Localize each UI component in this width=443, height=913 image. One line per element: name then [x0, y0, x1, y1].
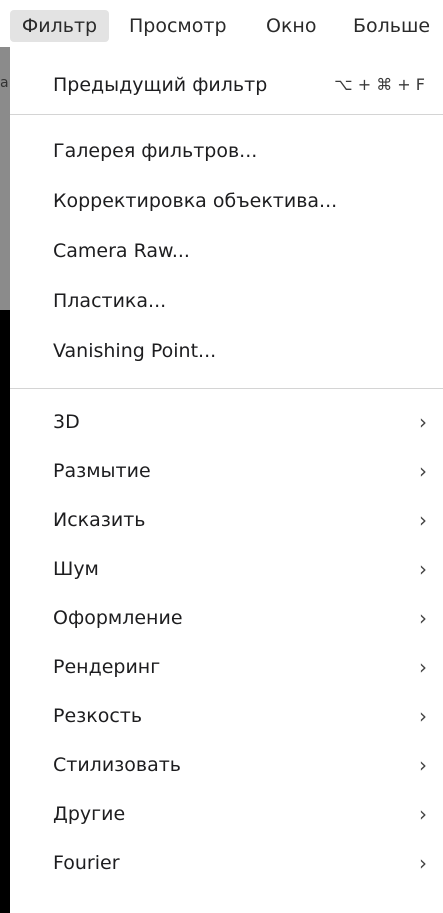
menu-item-last-filter[interactable]: Предыдущий фильтр ⌥ + ⌘ + F [10, 65, 443, 105]
menu-item-sharpen[interactable]: Резкость › [10, 696, 443, 736]
chevron-right-icon: › [419, 459, 427, 483]
chevron-right-icon: › [419, 851, 427, 875]
menu-item-label: Исказить [53, 509, 146, 531]
menu-item-distort[interactable]: Исказить › [10, 500, 443, 540]
menu-item-label: Camera Raw... [53, 240, 190, 262]
chevron-right-icon: › [419, 802, 427, 826]
menu-item-label: Галерея фильтров... [53, 140, 258, 162]
menu-item-label: Резкость [53, 705, 143, 727]
menu-item-label: Предыдущий фильтр [53, 74, 268, 96]
menu-bar: Фильтр Просмотр Окно Больше [0, 0, 443, 47]
menu-item-label: 3D [53, 411, 80, 433]
menu-item-vanishing-point[interactable]: Vanishing Point... [10, 331, 443, 371]
menubar-item-more[interactable]: Больше [353, 10, 430, 42]
menu-item-lens-correction[interactable]: Корректировка объектива... [10, 181, 443, 221]
filter-dropdown-menu: Предыдущий фильтр ⌥ + ⌘ + F Галерея филь… [10, 47, 443, 913]
menu-item-other[interactable]: Другие › [10, 794, 443, 834]
keyboard-shortcut: ⌥ + ⌘ + F [334, 75, 425, 94]
chevron-right-icon: › [419, 508, 427, 532]
menu-item-render[interactable]: Рендеринг › [10, 647, 443, 687]
menu-item-fourier[interactable]: Fourier › [10, 843, 443, 883]
menu-item-label: Пластика... [53, 290, 167, 312]
menu-separator [10, 388, 443, 389]
menu-item-blur[interactable]: Размытие › [10, 451, 443, 491]
chevron-right-icon: › [419, 704, 427, 728]
menu-item-label: Fourier [53, 852, 120, 874]
menubar-item-view[interactable]: Просмотр [129, 10, 227, 42]
menubar-item-window[interactable]: Окно [266, 10, 316, 42]
menu-separator [10, 114, 443, 115]
menu-item-label: Корректировка объектива... [53, 190, 338, 212]
menu-item-label: Размытие [53, 460, 151, 482]
menu-item-stylize[interactable]: Стилизовать › [10, 745, 443, 785]
menu-item-filter-gallery[interactable]: Галерея фильтров... [10, 131, 443, 171]
menu-item-camera-raw[interactable]: Camera Raw... [10, 231, 443, 271]
menu-item-label: Другие [53, 803, 126, 825]
background-partial-text: a [0, 75, 9, 91]
menu-item-label: Шум [53, 558, 99, 580]
menu-item-pixelate[interactable]: Оформление › [10, 598, 443, 638]
chevron-right-icon: › [419, 557, 427, 581]
menu-item-noise[interactable]: Шум › [10, 549, 443, 589]
chevron-right-icon: › [419, 753, 427, 777]
menu-item-label: Оформление [53, 607, 183, 629]
menu-item-label: Стилизовать [53, 754, 182, 776]
chevron-right-icon: › [419, 410, 427, 434]
menu-item-label: Vanishing Point... [53, 340, 217, 362]
menu-item-3d[interactable]: 3D › [10, 402, 443, 442]
chevron-right-icon: › [419, 606, 427, 630]
menubar-item-filter[interactable]: Фильтр [10, 10, 109, 42]
menu-item-liquify[interactable]: Пластика... [10, 281, 443, 321]
chevron-right-icon: › [419, 655, 427, 679]
menu-item-label: Рендеринг [53, 656, 161, 678]
